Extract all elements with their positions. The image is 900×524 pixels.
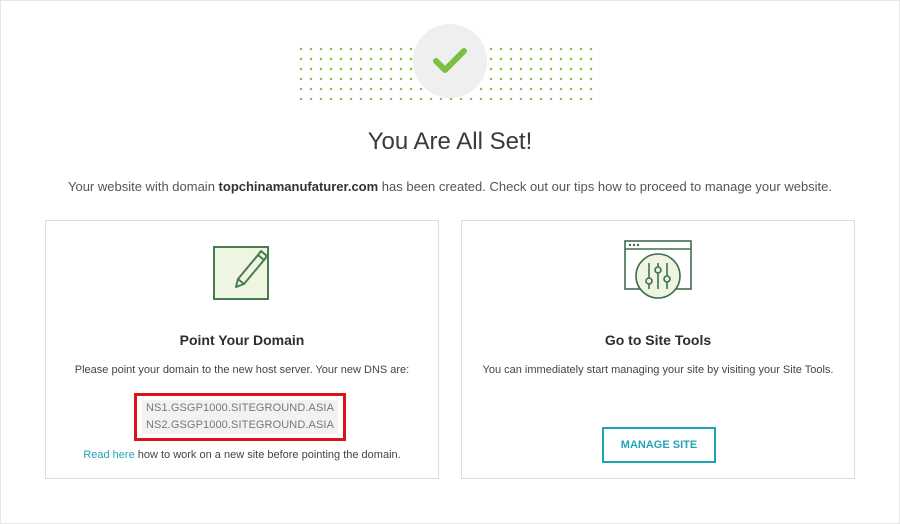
- card-icon-wrap: [46, 239, 438, 305]
- card-description: You can immediately start managing your …: [482, 364, 834, 376]
- dns-server-2: NS2.GSGP1000.SITEGROUND.ASIA: [141, 417, 339, 434]
- page-subtitle: Your website with domain topchinamanufat…: [0, 179, 900, 194]
- checkmark-icon: [433, 48, 467, 73]
- page-title: You Are All Set!: [367, 128, 533, 155]
- read-here-text: Read here how to work on a new site befo…: [46, 449, 438, 461]
- dns-highlight-box: NS1.GSGP1000.SITEGROUND.ASIA NS2.GSGP100…: [134, 393, 346, 441]
- manage-site-button[interactable]: MANAGE SITE: [602, 427, 716, 463]
- site-tools-card: Go to Site Tools You can immediately sta…: [461, 220, 855, 479]
- read-here-suffix: how to work on a new site before pointin…: [134, 449, 401, 461]
- site-tools-sliders-icon: [624, 240, 692, 299]
- subtitle-suffix: has been created. Check out our tips how…: [378, 179, 833, 194]
- domain-name: topchinamanufaturer.com: [218, 179, 379, 194]
- edit-note-icon: [213, 246, 269, 300]
- dns-server-1: NS1.GSGP1000.SITEGROUND.ASIA: [141, 400, 339, 417]
- card-icon-wrap: [462, 239, 854, 305]
- point-domain-card: Point Your Domain Please point your doma…: [45, 220, 439, 479]
- card-title: Go to Site Tools: [604, 332, 712, 348]
- card-title: Point Your Domain: [179, 332, 305, 348]
- read-here-link[interactable]: Read here: [83, 449, 134, 461]
- card-description: Please point your domain to the new host…: [74, 364, 410, 376]
- subtitle-prefix: Your website with domain: [67, 179, 219, 194]
- success-badge: [413, 24, 487, 98]
